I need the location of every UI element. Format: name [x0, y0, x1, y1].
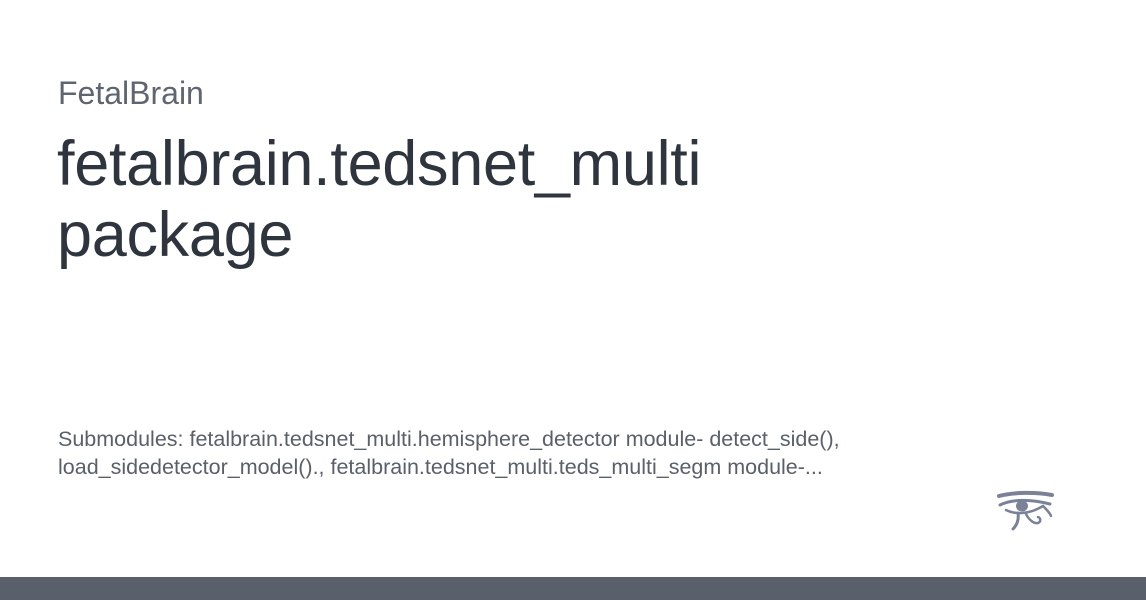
site-name: FetalBrain [58, 75, 204, 111]
page-title: fetalbrain.tedsnet_multi package [57, 129, 702, 270]
page-description: Submodules: fetalbrain.tedsnet_multi.hem… [58, 427, 840, 479]
social-preview-card: FetalBrain fetalbrain.tedsnet_multi pack… [0, 0, 1146, 600]
eye-of-horus-icon [996, 490, 1054, 532]
footer-bar [0, 577, 1146, 600]
logo-svg [997, 490, 1054, 531]
